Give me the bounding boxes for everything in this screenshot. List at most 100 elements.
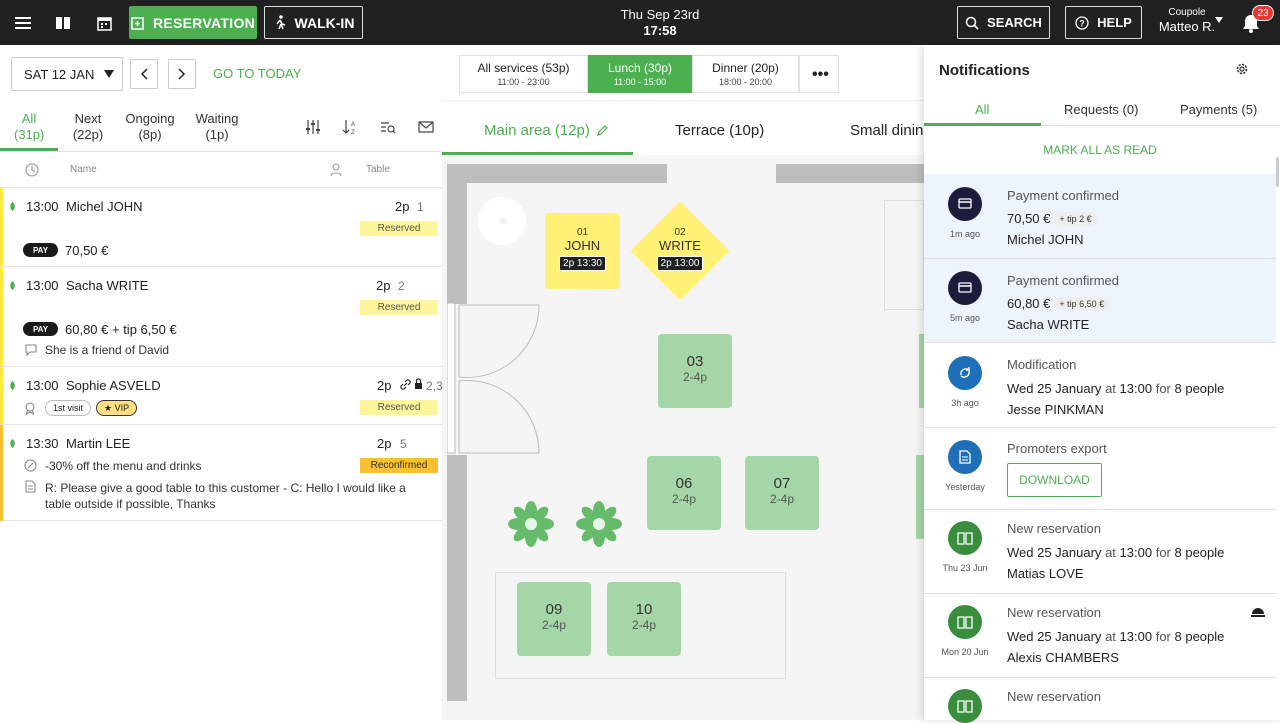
divider [442, 100, 924, 101]
filter-tab-waiting[interactable]: Waiting (1p) [193, 111, 241, 143]
restaurant-name: Coupole [1168, 7, 1206, 18]
filter-tab-next[interactable]: Next (22p) [71, 111, 105, 143]
current-datetime: Thu Sep 23rd 17:58 [560, 7, 760, 39]
notification-title: New reservation [1007, 605, 1101, 620]
book-icon [948, 605, 982, 639]
menu-icon[interactable] [12, 12, 34, 34]
help-label: HELP [1097, 15, 1132, 30]
add-reservation-icon [131, 16, 144, 30]
filter-count: (8p) [138, 127, 162, 142]
table-booking-tag: 2p 13:00 [656, 256, 704, 271]
filter-tab-all[interactable]: All (31p) [14, 111, 44, 143]
notification-title: Payment confirmed [1007, 273, 1119, 288]
area-tab-terrace[interactable]: Terrace (10p) [675, 122, 764, 139]
search-button[interactable]: SEARCH [957, 6, 1050, 39]
filter-tab-ongoing[interactable]: Ongoing (8p) [123, 111, 177, 143]
booking-name: Michel JOHN [66, 199, 143, 214]
table-capacity: 2-4p [682, 370, 708, 384]
reservation-date: Wed 25 January [1007, 629, 1102, 644]
help-icon: ? [1075, 15, 1089, 30]
user-menu[interactable]: Coupole Matteo R. [1152, 7, 1222, 35]
previous-day-button[interactable] [130, 59, 158, 89]
booking-table: 2 [398, 279, 405, 293]
sort-icon[interactable]: AZ [342, 119, 358, 135]
scrollbar[interactable] [1276, 157, 1279, 187]
area-label: Main area (12p) [484, 122, 590, 139]
reservation-people: 8 people [1174, 545, 1225, 560]
go-to-today-link[interactable]: GO TO TODAY [213, 66, 301, 81]
booking-row[interactable]: 13:00 Michel JOHN 2p 1 Reserved PAY 70,5… [0, 188, 442, 267]
next-day-button[interactable] [168, 59, 196, 89]
notification-item[interactable]: 1m ago Payment confirmed 70,50 € + tip 2 … [924, 174, 1276, 259]
area-tab-main[interactable]: Main area (12p) [484, 122, 590, 139]
service-name: All services (53p) [477, 61, 570, 75]
table-07[interactable]: 07 2-4p [745, 456, 819, 530]
gear-icon[interactable] [1235, 62, 1249, 76]
booking-row[interactable]: 13:00 Sophie ASVELD 2p 2,3 1st visit ★ V… [0, 367, 443, 425]
booking-table: 5 [400, 437, 407, 451]
status-color-bar [0, 188, 3, 266]
area-tab-small-dining[interactable]: Small dinin [850, 122, 924, 139]
booking-row[interactable]: 13:00 Sacha WRITE 2p 2 Reserved PAY 60,8… [0, 267, 442, 367]
column-header-table: Table [366, 164, 390, 175]
table-03[interactable]: 03 2-4p [658, 334, 732, 408]
calendar-icon[interactable] [93, 12, 115, 34]
booking-table: 1 [417, 200, 424, 214]
notif-tab-payments[interactable]: Payments (5) [1180, 102, 1257, 117]
search-list-icon[interactable] [380, 119, 396, 135]
date-selector[interactable]: SAT 12 JAN [11, 57, 123, 91]
notification-item[interactable]: New reservation [924, 678, 1276, 723]
service-hours: 11:00 - 15:00 [613, 77, 667, 87]
chevron-left-icon [140, 68, 148, 80]
book-icon [948, 521, 982, 555]
table-01[interactable]: 01 JOHN 2p 13:30 [545, 213, 620, 289]
reservation-button[interactable]: RESERVATION [129, 6, 257, 39]
mark-all-read-button[interactable]: MARK ALL AS READ [924, 143, 1276, 157]
notification-person: Matias LOVE [1007, 566, 1084, 581]
download-button[interactable]: DOWNLOAD [1007, 463, 1102, 497]
notification-time: Mon 20 Jun [941, 647, 989, 657]
notification-person: Michel JOHN [1007, 232, 1084, 247]
booking-row[interactable]: 13:30 Martin LEE 2p 5 Reconfirmed -30% o… [0, 425, 442, 521]
reservation-time: 13:00 [1119, 381, 1153, 396]
wall [447, 455, 467, 701]
booking-pax: 2p [377, 436, 392, 451]
caret-down-icon[interactable] [1214, 16, 1224, 24]
notification-item[interactable]: Thu 23 Jun New reservation Wed 25 Januar… [924, 510, 1276, 594]
notification-title: Modification [1007, 357, 1077, 372]
booking-pax: 2p [377, 378, 392, 393]
for-text: for [1155, 381, 1171, 396]
help-button[interactable]: ? HELP [1065, 6, 1142, 39]
table-guest: WRITE [659, 238, 701, 253]
notification-item[interactable]: 3h ago Modification Wed 25 January at 13… [924, 343, 1276, 428]
table-capacity: 2-4p [769, 492, 795, 506]
document-icon [25, 480, 36, 493]
current-time: 17:58 [643, 23, 677, 38]
notification-item[interactable]: Mon 20 Jun New reservation Wed 25 Januar… [924, 594, 1276, 678]
column-header-name: Name [70, 164, 97, 175]
table-10[interactable]: 10 2-4p [607, 582, 681, 656]
svg-text:A: A [351, 122, 355, 128]
edit-pencil-icon[interactable] [596, 124, 609, 137]
walk-in-label: WALK-IN [294, 14, 355, 31]
status-color-bar [0, 425, 3, 521]
notification-item[interactable]: 5m ago Payment confirmed 60,80 € + tip 6,… [924, 259, 1276, 343]
message-icon[interactable] [418, 120, 434, 134]
service-dinner[interactable]: Dinner (20p) 18:00 - 20:00 [692, 55, 799, 93]
walk-in-button[interactable]: WALK-IN [264, 6, 363, 39]
notification-item[interactable]: Yesterday Promoters export DOWNLOAD [924, 428, 1276, 510]
adjust-filters-icon[interactable] [305, 119, 321, 135]
table-06[interactable]: 06 2-4p [647, 456, 721, 530]
service-all[interactable]: All services (53p) 11:00 - 23:00 [459, 55, 588, 93]
service-lunch[interactable]: Lunch (30p) 11:00 - 15:00 [588, 55, 692, 93]
book-icon[interactable] [52, 12, 74, 34]
notif-tab-all[interactable]: All [975, 102, 989, 117]
notification-person: Sacha WRITE [1007, 317, 1090, 332]
search-label: SEARCH [987, 15, 1042, 30]
table-09[interactable]: 09 2-4p [517, 582, 591, 656]
booking-time: 13:00 [26, 278, 59, 293]
payment-icon [948, 187, 982, 221]
notif-tab-requests[interactable]: Requests (0) [1064, 102, 1138, 117]
table-02[interactable]: 02 WRITE 2p 13:00 [637, 227, 723, 271]
payment-amount: 70,50 € [1007, 211, 1051, 226]
